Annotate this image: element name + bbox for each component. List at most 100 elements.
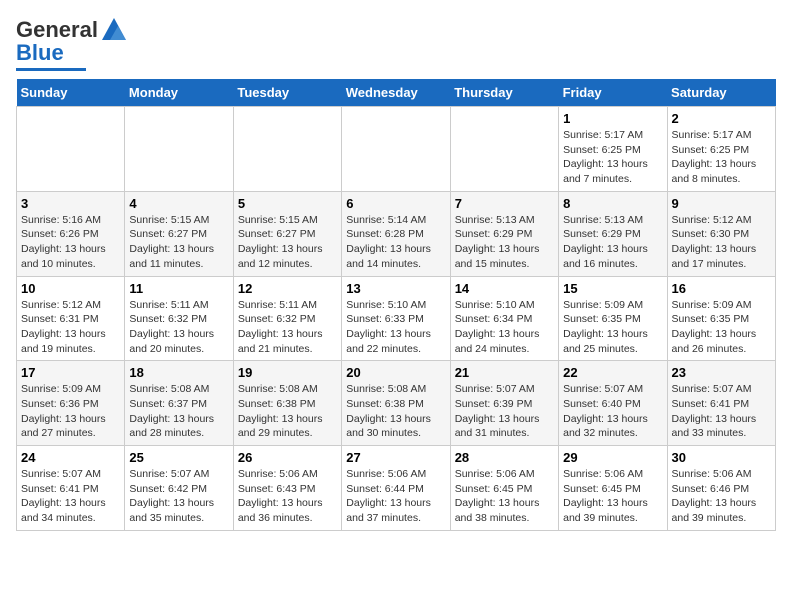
day-number: 14 xyxy=(455,281,554,296)
calendar-week-row: 3 Sunrise: 5:16 AM Sunset: 6:26 PM Daylig… xyxy=(17,191,776,276)
calendar-day-cell: 14 Sunrise: 5:10 AM Sunset: 6:34 PM Dayli… xyxy=(450,276,558,361)
day-number: 13 xyxy=(346,281,445,296)
calendar-day-cell: 9 Sunrise: 5:12 AM Sunset: 6:30 PM Daylig… xyxy=(667,191,775,276)
calendar-day-cell xyxy=(125,107,233,192)
day-number: 29 xyxy=(563,450,662,465)
calendar-day-cell: 6 Sunrise: 5:14 AM Sunset: 6:28 PM Daylig… xyxy=(342,191,450,276)
calendar-day-cell: 3 Sunrise: 5:16 AM Sunset: 6:26 PM Daylig… xyxy=(17,191,125,276)
day-number: 1 xyxy=(563,111,662,126)
logo-underline xyxy=(16,68,86,71)
day-number: 28 xyxy=(455,450,554,465)
day-number: 7 xyxy=(455,196,554,211)
day-number: 24 xyxy=(21,450,120,465)
day-info: Sunrise: 5:06 AM Sunset: 6:44 PM Dayligh… xyxy=(346,467,445,526)
calendar-day-cell: 22Sunrise: 5:07 AM Sunset: 6:40 PM Dayli… xyxy=(559,361,667,446)
calendar-day-cell: 7 Sunrise: 5:13 AM Sunset: 6:29 PM Daylig… xyxy=(450,191,558,276)
calendar-day-cell: 23 Sunrise: 5:07 AM Sunset: 6:41 PM Dayli… xyxy=(667,361,775,446)
day-info: Sunrise: 5:06 AM Sunset: 6:45 PM Dayligh… xyxy=(563,467,662,526)
calendar-day-cell: 15 Sunrise: 5:09 AM Sunset: 6:35 PM Dayli… xyxy=(559,276,667,361)
day-info: Sunrise: 5:11 AM Sunset: 6:32 PM Dayligh… xyxy=(238,298,337,357)
day-number: 11 xyxy=(129,281,228,296)
day-info: Sunrise: 5:15 AM Sunset: 6:27 PM Dayligh… xyxy=(238,213,337,272)
day-number: 6 xyxy=(346,196,445,211)
header: General Blue xyxy=(16,16,776,71)
calendar-day-cell xyxy=(233,107,341,192)
weekday-header-row: SundayMondayTuesdayWednesdayThursdayFrid… xyxy=(17,79,776,107)
day-number: 8 xyxy=(563,196,662,211)
calendar-day-cell: 17 Sunrise: 5:09 AM Sunset: 6:36 PM Dayli… xyxy=(17,361,125,446)
day-number: 23 xyxy=(672,365,771,380)
calendar-day-cell: 21Sunrise: 5:07 AM Sunset: 6:39 PM Dayli… xyxy=(450,361,558,446)
day-info: Sunrise: 5:10 AM Sunset: 6:34 PM Dayligh… xyxy=(455,298,554,357)
calendar-day-cell: 25 Sunrise: 5:07 AM Sunset: 6:42 PM Dayli… xyxy=(125,446,233,531)
day-info: Sunrise: 5:13 AM Sunset: 6:29 PM Dayligh… xyxy=(455,213,554,272)
calendar-day-cell: 5 Sunrise: 5:15 AM Sunset: 6:27 PM Daylig… xyxy=(233,191,341,276)
day-number: 15 xyxy=(563,281,662,296)
calendar-day-cell: 18 Sunrise: 5:08 AM Sunset: 6:37 PM Dayli… xyxy=(125,361,233,446)
day-number: 16 xyxy=(672,281,771,296)
calendar-day-cell: 29 Sunrise: 5:06 AM Sunset: 6:45 PM Dayli… xyxy=(559,446,667,531)
day-info: Sunrise: 5:14 AM Sunset: 6:28 PM Dayligh… xyxy=(346,213,445,272)
day-info: Sunrise: 5:09 AM Sunset: 6:35 PM Dayligh… xyxy=(672,298,771,357)
day-info: Sunrise: 5:08 AM Sunset: 6:38 PM Dayligh… xyxy=(238,382,337,441)
weekday-header: Wednesday xyxy=(342,79,450,107)
day-info: Sunrise: 5:16 AM Sunset: 6:26 PM Dayligh… xyxy=(21,213,120,272)
day-info: Sunrise: 5:17 AM Sunset: 6:25 PM Dayligh… xyxy=(563,128,662,187)
calendar-week-row: 17 Sunrise: 5:09 AM Sunset: 6:36 PM Dayli… xyxy=(17,361,776,446)
calendar-day-cell: 26Sunrise: 5:06 AM Sunset: 6:43 PM Dayli… xyxy=(233,446,341,531)
day-info: Sunrise: 5:07 AM Sunset: 6:41 PM Dayligh… xyxy=(672,382,771,441)
day-info: Sunrise: 5:15 AM Sunset: 6:27 PM Dayligh… xyxy=(129,213,228,272)
day-number: 12 xyxy=(238,281,337,296)
calendar-week-row: 1 Sunrise: 5:17 AM Sunset: 6:25 PM Daylig… xyxy=(17,107,776,192)
day-info: Sunrise: 5:07 AM Sunset: 6:39 PM Dayligh… xyxy=(455,382,554,441)
day-info: Sunrise: 5:07 AM Sunset: 6:41 PM Dayligh… xyxy=(21,467,120,526)
day-info: Sunrise: 5:07 AM Sunset: 6:42 PM Dayligh… xyxy=(129,467,228,526)
calendar-day-cell: 16 Sunrise: 5:09 AM Sunset: 6:35 PM Dayli… xyxy=(667,276,775,361)
weekday-header: Thursday xyxy=(450,79,558,107)
calendar-day-cell xyxy=(17,107,125,192)
calendar-day-cell: 12 Sunrise: 5:11 AM Sunset: 6:32 PM Dayli… xyxy=(233,276,341,361)
day-info: Sunrise: 5:09 AM Sunset: 6:35 PM Dayligh… xyxy=(563,298,662,357)
calendar-week-row: 10 Sunrise: 5:12 AM Sunset: 6:31 PM Dayli… xyxy=(17,276,776,361)
day-info: Sunrise: 5:12 AM Sunset: 6:31 PM Dayligh… xyxy=(21,298,120,357)
day-number: 9 xyxy=(672,196,771,211)
calendar-table: SundayMondayTuesdayWednesdayThursdayFrid… xyxy=(16,79,776,531)
calendar-day-cell: 19 Sunrise: 5:08 AM Sunset: 6:38 PM Dayli… xyxy=(233,361,341,446)
day-info: Sunrise: 5:06 AM Sunset: 6:45 PM Dayligh… xyxy=(455,467,554,526)
weekday-header: Tuesday xyxy=(233,79,341,107)
weekday-header: Monday xyxy=(125,79,233,107)
calendar-day-cell: 13 Sunrise: 5:10 AM Sunset: 6:33 PM Dayli… xyxy=(342,276,450,361)
calendar-day-cell xyxy=(450,107,558,192)
day-info: Sunrise: 5:09 AM Sunset: 6:36 PM Dayligh… xyxy=(21,382,120,441)
day-number: 5 xyxy=(238,196,337,211)
day-number: 4 xyxy=(129,196,228,211)
day-number: 19 xyxy=(238,365,337,380)
day-info: Sunrise: 5:11 AM Sunset: 6:32 PM Dayligh… xyxy=(129,298,228,357)
calendar-day-cell: 1 Sunrise: 5:17 AM Sunset: 6:25 PM Daylig… xyxy=(559,107,667,192)
day-info: Sunrise: 5:06 AM Sunset: 6:43 PM Dayligh… xyxy=(238,467,337,526)
day-info: Sunrise: 5:08 AM Sunset: 6:37 PM Dayligh… xyxy=(129,382,228,441)
day-number: 18 xyxy=(129,365,228,380)
calendar-day-cell: 10 Sunrise: 5:12 AM Sunset: 6:31 PM Dayli… xyxy=(17,276,125,361)
day-number: 27 xyxy=(346,450,445,465)
day-info: Sunrise: 5:10 AM Sunset: 6:33 PM Dayligh… xyxy=(346,298,445,357)
day-info: Sunrise: 5:12 AM Sunset: 6:30 PM Dayligh… xyxy=(672,213,771,272)
day-number: 25 xyxy=(129,450,228,465)
calendar-day-cell: 28 Sunrise: 5:06 AM Sunset: 6:45 PM Dayli… xyxy=(450,446,558,531)
day-number: 17 xyxy=(21,365,120,380)
day-number: 20 xyxy=(346,365,445,380)
day-number: 30 xyxy=(672,450,771,465)
calendar-day-cell: 20Sunrise: 5:08 AM Sunset: 6:38 PM Dayli… xyxy=(342,361,450,446)
calendar-day-cell: 27 Sunrise: 5:06 AM Sunset: 6:44 PM Dayli… xyxy=(342,446,450,531)
day-info: Sunrise: 5:17 AM Sunset: 6:25 PM Dayligh… xyxy=(672,128,771,187)
calendar-day-cell: 4 Sunrise: 5:15 AM Sunset: 6:27 PM Daylig… xyxy=(125,191,233,276)
day-info: Sunrise: 5:07 AM Sunset: 6:40 PM Dayligh… xyxy=(563,382,662,441)
day-number: 3 xyxy=(21,196,120,211)
calendar-day-cell: 30Sunrise: 5:06 AM Sunset: 6:46 PM Dayli… xyxy=(667,446,775,531)
logo: General Blue xyxy=(16,16,128,71)
calendar-day-cell: 11 Sunrise: 5:11 AM Sunset: 6:32 PM Dayli… xyxy=(125,276,233,361)
day-number: 10 xyxy=(21,281,120,296)
calendar-week-row: 24 Sunrise: 5:07 AM Sunset: 6:41 PM Dayli… xyxy=(17,446,776,531)
weekday-header: Sunday xyxy=(17,79,125,107)
calendar-day-cell xyxy=(342,107,450,192)
